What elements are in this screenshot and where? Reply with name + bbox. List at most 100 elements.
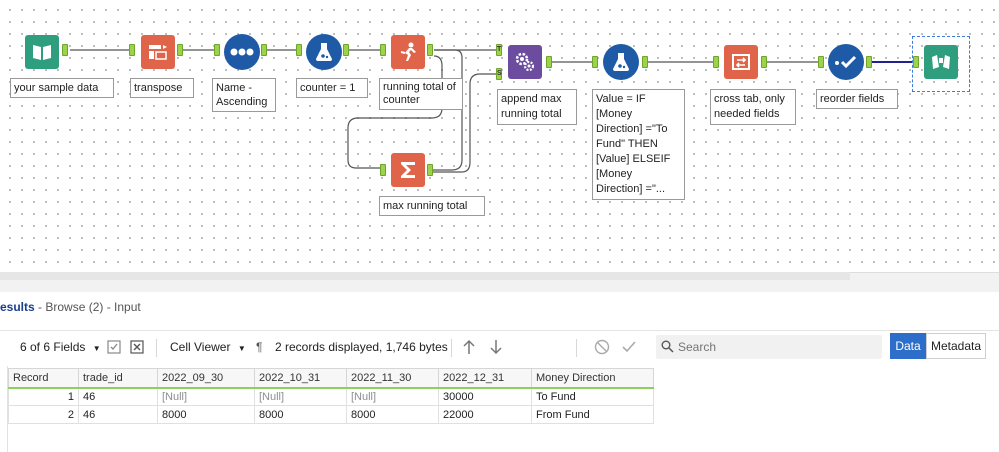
record-number: 2: [8, 405, 79, 424]
results-title: esults - Browse (2) - Input: [0, 300, 141, 314]
pilcrow-icon[interactable]: ¶: [256, 340, 262, 354]
output-anchor[interactable]: [642, 56, 648, 68]
records-info: 2 records displayed, 1,746 bytes: [275, 340, 448, 354]
table-cell[interactable]: From Fund: [531, 405, 654, 424]
input-anchor[interactable]: [592, 56, 598, 68]
running-man-icon: [391, 35, 425, 69]
toolbar-separator: [451, 339, 452, 357]
column-header[interactable]: trade_id: [78, 368, 158, 389]
tool-label: your sample data: [10, 78, 114, 98]
toolbar-separator: [156, 339, 157, 357]
table-cell[interactable]: 46: [78, 405, 158, 424]
sigma-icon: [391, 153, 425, 187]
input-anchor[interactable]: [296, 44, 302, 56]
tool-label: max running total: [379, 196, 485, 216]
table-cell[interactable]: 30000: [438, 387, 532, 406]
metadata-tab-button[interactable]: Metadata: [926, 333, 986, 359]
output-anchor[interactable]: [62, 44, 68, 56]
input-data-tool[interactable]: [24, 34, 60, 70]
output-anchor[interactable]: [177, 44, 183, 56]
tool-label: Name - Ascending: [212, 78, 276, 112]
apply-check-icon[interactable]: [621, 339, 637, 355]
input-anchor[interactable]: [913, 56, 919, 68]
input-anchor[interactable]: [214, 44, 220, 56]
target-anchor-label: T: [497, 46, 502, 53]
sort-tool[interactable]: [224, 34, 260, 70]
output-anchor[interactable]: [546, 56, 552, 68]
column-header[interactable]: 2022_10_31: [254, 368, 347, 389]
search-input[interactable]: [678, 338, 873, 356]
book-icon: [25, 35, 59, 69]
table-cell[interactable]: 8000: [254, 405, 347, 424]
fields-count: 6 of 6 Fields: [20, 340, 86, 354]
table-cell[interactable]: 8000: [157, 405, 255, 424]
cancel-circle-icon[interactable]: [594, 339, 610, 355]
tool-label: transpose: [130, 78, 194, 98]
table-cell[interactable]: [Null]: [346, 387, 439, 406]
results-table: Record trade_id 2022_09_30 2022_10_31 20…: [8, 368, 654, 424]
table-cell[interactable]: [Null]: [254, 387, 347, 406]
transpose-icon: [141, 35, 175, 69]
output-anchor[interactable]: [427, 164, 433, 176]
tool-label: running total of counter: [379, 78, 463, 110]
results-grid-panel: Record trade_id 2022_09_30 2022_10_31 20…: [7, 366, 999, 452]
input-anchor[interactable]: [380, 164, 386, 176]
table-cell[interactable]: 8000: [346, 405, 439, 424]
output-anchor[interactable]: [343, 44, 349, 56]
transpose-tool[interactable]: [140, 34, 176, 70]
column-header[interactable]: Money Direction: [531, 368, 654, 389]
input-anchor[interactable]: [129, 44, 135, 56]
output-anchor[interactable]: [261, 44, 267, 56]
output-anchor[interactable]: [866, 56, 872, 68]
tool-label: counter = 1: [296, 78, 368, 98]
table-cell[interactable]: 46: [78, 387, 158, 406]
input-anchor[interactable]: [713, 56, 719, 68]
data-tab-button[interactable]: Data: [890, 333, 926, 359]
browse-tool[interactable]: [923, 44, 959, 80]
arrow-up-icon[interactable]: [461, 339, 477, 355]
workflow-canvas[interactable]: your sample data transpose Name - Ascend…: [0, 0, 999, 272]
summarize-tool[interactable]: [390, 152, 426, 188]
chevron-down-icon: ▼: [92, 344, 101, 353]
clear-x-icon[interactable]: [129, 339, 145, 355]
cell-viewer-dropdown[interactable]: Cell Viewer ▼: [170, 340, 246, 354]
chevron-down-icon: ▼: [237, 344, 246, 353]
input-anchor[interactable]: [380, 44, 386, 56]
column-header[interactable]: 2022_12_31: [438, 368, 532, 389]
cross-tab-tool[interactable]: [723, 44, 759, 80]
formula-tool-2[interactable]: [603, 44, 639, 80]
results-heading: esults: [0, 300, 35, 314]
edit-check-icon[interactable]: [106, 339, 122, 355]
column-header[interactable]: 2022_09_30: [157, 368, 255, 389]
input-anchor[interactable]: [818, 56, 824, 68]
column-header[interactable]: Record: [8, 368, 79, 389]
sort-dots-icon: [224, 34, 260, 70]
cell-viewer-label: Cell Viewer: [170, 340, 231, 354]
output-anchor[interactable]: [761, 56, 767, 68]
binoculars-icon: [924, 45, 958, 79]
table-cell[interactable]: [Null]: [157, 387, 255, 406]
canvas-horizontal-scrollbar[interactable]: [0, 272, 850, 280]
select-tool[interactable]: [828, 44, 864, 80]
table-cell[interactable]: To Fund: [531, 387, 654, 406]
flask-icon: [603, 44, 639, 80]
source-anchor-label: S: [497, 70, 502, 77]
tool-label: append max running total: [497, 89, 577, 125]
formula-tool[interactable]: [306, 34, 342, 70]
fields-dropdown[interactable]: 6 of 6 Fields ▼: [20, 340, 101, 354]
search-box[interactable]: [656, 335, 882, 359]
search-icon: [661, 340, 674, 356]
table-cell[interactable]: 22000: [438, 405, 532, 424]
append-fields-tool[interactable]: [507, 44, 543, 80]
table-row[interactable]: 1 46 [Null] [Null] [Null] 30000 To Fund: [8, 387, 654, 406]
record-number: 1: [8, 387, 79, 406]
check-icon: [828, 44, 864, 80]
column-header[interactable]: 2022_11_30: [346, 368, 439, 389]
tool-label: Value = IF [Money Direction] ="To Fund" …: [592, 89, 685, 200]
tool-label: reorder fields: [816, 89, 898, 109]
table-row[interactable]: 2 46 8000 8000 8000 22000 From Fund: [8, 405, 654, 424]
arrow-down-icon[interactable]: [488, 339, 504, 355]
output-anchor[interactable]: [427, 44, 433, 56]
flask-icon: [306, 34, 342, 70]
running-total-tool[interactable]: [390, 34, 426, 70]
